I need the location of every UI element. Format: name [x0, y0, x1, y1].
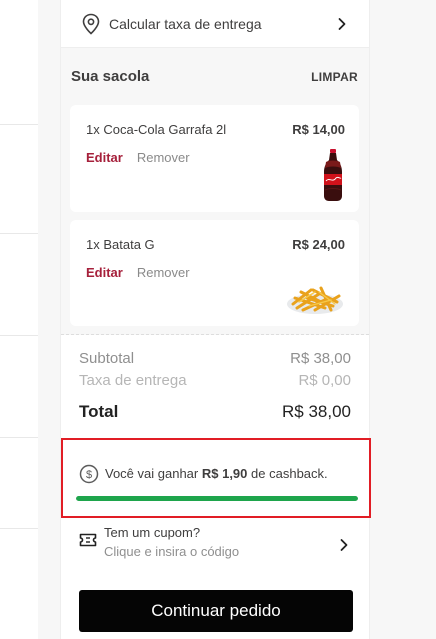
- item-name: 1x Batata G: [86, 237, 155, 252]
- subtotal-value: R$ 38,00: [290, 350, 351, 367]
- svg-text:$: $: [86, 469, 92, 481]
- coupon-title: Tem um cupom?: [104, 525, 201, 540]
- chevron-right-icon: [340, 539, 348, 551]
- edit-item-button[interactable]: Editar: [86, 265, 123, 280]
- item-price: R$ 24,00: [292, 237, 345, 252]
- delivery-fee-value: R$ 0,00: [298, 372, 351, 389]
- coupon-text: Tem um cupom? Clique e insira o código: [104, 525, 337, 559]
- total-label: Total: [79, 402, 119, 421]
- background-list-divider: [0, 124, 38, 125]
- bag-item: 1x Batata G R$ 24,00 Editar Remover: [70, 220, 359, 326]
- background-list-divider: [0, 335, 38, 336]
- ticket-icon: [79, 533, 97, 547]
- order-totals: Subtotal R$ 38,00 Taxa de entrega R$ 0,0…: [79, 350, 351, 426]
- chevron-right-icon: [338, 17, 346, 30]
- bag-header: Sua sacola LIMPAR: [71, 68, 358, 85]
- remove-item-button[interactable]: Remover: [137, 150, 190, 165]
- calculate-delivery-label: Calcular taxa de entrega: [109, 15, 262, 32]
- background-list-divider: [0, 437, 38, 438]
- calculate-delivery-row[interactable]: Calcular taxa de entrega: [61, 0, 369, 48]
- background-list-divider: [0, 233, 38, 234]
- subtotal-label: Subtotal: [79, 350, 135, 367]
- delivery-fee-label: Taxa de entrega: [79, 372, 187, 389]
- background-list-divider: [0, 528, 38, 529]
- subtotal-row: Subtotal R$ 38,00: [79, 350, 351, 372]
- cashback-progress-bar: [76, 496, 358, 501]
- cart-panel: Calcular taxa de entrega Sua sacola LIMP…: [60, 0, 371, 639]
- cashback-prefix: Você vai ganhar: [105, 466, 199, 481]
- delivery-fee-row: Taxa de entrega R$ 0,00: [79, 372, 351, 394]
- edit-item-button[interactable]: Editar: [86, 150, 123, 165]
- cashback-coin-icon: $: [79, 464, 99, 484]
- background-list: [0, 0, 38, 639]
- background-gutter-right: [370, 0, 436, 639]
- bag-title: Sua sacola: [71, 68, 150, 85]
- continue-order-button[interactable]: Continuar pedido: [79, 590, 353, 632]
- cashback-amount: R$ 1,90: [201, 466, 248, 481]
- bag-item: 1x Coca-Cola Garrafa 2l R$ 14,00 Editar …: [70, 105, 359, 212]
- coupon-subtitle: Clique e insira o código: [104, 544, 240, 559]
- background-gutter: [38, 0, 60, 639]
- cashback-banner: $ Você vai ganhar R$ 1,90 de cashback.: [61, 438, 371, 518]
- cashback-message: Você vai ganhar R$ 1,90 de cashback.: [105, 466, 328, 481]
- total-row: Total R$ 38,00: [79, 402, 351, 426]
- map-pin-icon: [82, 13, 100, 35]
- item-actions: Editar Remover: [86, 265, 190, 280]
- total-value: R$ 38,00: [282, 402, 351, 421]
- french-fries-image: [287, 286, 343, 314]
- cashback-suffix: de cashback.: [251, 466, 328, 481]
- coupon-row[interactable]: Tem um cupom? Clique e insira o código: [61, 520, 369, 568]
- item-actions: Editar Remover: [86, 150, 190, 165]
- item-name: 1x Coca-Cola Garrafa 2l: [86, 122, 227, 137]
- cashback-progress-fill: [76, 496, 358, 501]
- remove-item-button[interactable]: Remover: [137, 265, 190, 280]
- clear-bag-button[interactable]: LIMPAR: [311, 70, 358, 84]
- coca-cola-bottle-image: [324, 149, 342, 201]
- item-price: R$ 14,00: [292, 122, 345, 137]
- bag-section: Sua sacola LIMPAR 1x Coca-Cola Garrafa 2…: [61, 48, 369, 335]
